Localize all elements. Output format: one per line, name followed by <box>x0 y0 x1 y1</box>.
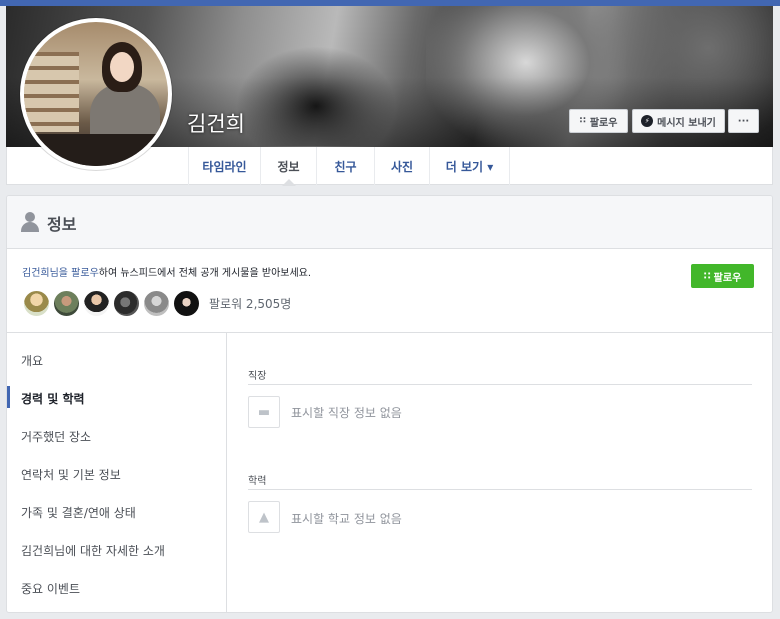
graduation-cap-icon: ▲ <box>248 501 280 533</box>
about-sidebar: 개요 경력 및 학력 거주했던 장소 연락처 및 기본 정보 가족 및 결혼/연… <box>7 333 227 612</box>
follower-count[interactable]: 팔로워 2,505명 <box>209 295 291 312</box>
follow-prompt: 김건희님을 팔로우하여 뉴스피드에서 전체 공개 게시물을 받아보세요. <box>22 264 311 279</box>
tab-more[interactable]: 더 보기 ▾ <box>429 147 509 185</box>
person-icon <box>21 212 39 232</box>
more-icon: ··· <box>737 115 750 127</box>
rss-icon: ∷ <box>579 116 586 126</box>
follower-avatar[interactable] <box>112 288 141 318</box>
sidebar-item-contact[interactable]: 연락처 및 기본 정보 <box>21 466 121 483</box>
message-label: 메시지 보내기 <box>657 117 716 129</box>
follower-avatar[interactable] <box>22 288 51 318</box>
about-header: 정보 <box>7 196 772 249</box>
tab-divider <box>509 147 510 185</box>
tab-about[interactable]: 정보 <box>260 147 316 186</box>
follower-avatar[interactable] <box>52 288 81 318</box>
follow-button[interactable]: ∷ 팔로우 <box>691 264 754 288</box>
follow-button-label: 팔로우 <box>713 272 742 284</box>
follower-avatar[interactable] <box>142 288 171 318</box>
education-empty-text: 표시할 학교 정보 없음 <box>291 512 402 526</box>
sidebar-item-family[interactable]: 가족 및 결혼/연애 상태 <box>21 504 136 521</box>
rss-icon: ∷ <box>703 270 711 282</box>
briefcase-icon: ▬ <box>248 396 280 428</box>
messenger-icon: ⚡ <box>641 115 654 127</box>
sidebar-item-life-events[interactable]: 중요 이벤트 <box>21 580 80 597</box>
followers-row: 팔로워 2,505명 <box>22 288 291 318</box>
profile-picture[interactable] <box>20 18 172 170</box>
tab-photos-label: 사진 <box>390 159 414 174</box>
work-empty-text: 표시할 직장 정보 없음 <box>291 406 402 420</box>
cover-follow-label: 팔로우 <box>589 117 618 129</box>
follower-avatar[interactable] <box>82 288 111 318</box>
about-card: 정보 김건희님을 팔로우하여 뉴스피드에서 전체 공개 게시물을 받아보세요. … <box>6 195 773 613</box>
work-section-label: 직장 <box>248 371 267 382</box>
sidebar-item-details[interactable]: 김건희님에 대한 자세한 소개 <box>21 542 165 559</box>
divider <box>248 489 752 490</box>
tab-friends[interactable]: 친구 <box>316 147 374 185</box>
follow-prompt-text: 하여 뉴스피드에서 전체 공개 게시물을 받아보세요. <box>98 268 312 279</box>
active-indicator <box>7 386 10 408</box>
tab-more-label: 더 보기 ▾ <box>445 159 494 174</box>
education-section-label: 학력 <box>248 476 267 487</box>
more-options-button[interactable]: ··· <box>728 109 759 133</box>
profile-name[interactable]: 김건희 <box>187 108 245 138</box>
follow-prompt-link[interactable]: 김건희님을 팔로우 <box>22 268 99 279</box>
tab-timeline[interactable]: 타임라인 <box>188 147 260 185</box>
tab-timeline-label: 타임라인 <box>202 159 247 174</box>
message-button[interactable]: ⚡ 메시지 보내기 <box>632 109 725 133</box>
tab-friends-label: 친구 <box>334 159 357 174</box>
tab-photos[interactable]: 사진 <box>374 147 429 185</box>
follower-avatar[interactable] <box>172 288 201 318</box>
sidebar-item-work-education[interactable]: 경력 및 학력 <box>21 390 85 407</box>
about-title: 정보 <box>47 215 77 234</box>
sidebar-item-places[interactable]: 거주했던 장소 <box>21 428 91 445</box>
cover-follow-button[interactable]: ∷ 팔로우 <box>569 109 628 133</box>
tab-about-label: 정보 <box>277 159 300 174</box>
divider <box>248 384 752 385</box>
sidebar-item-overview[interactable]: 개요 <box>21 352 43 369</box>
